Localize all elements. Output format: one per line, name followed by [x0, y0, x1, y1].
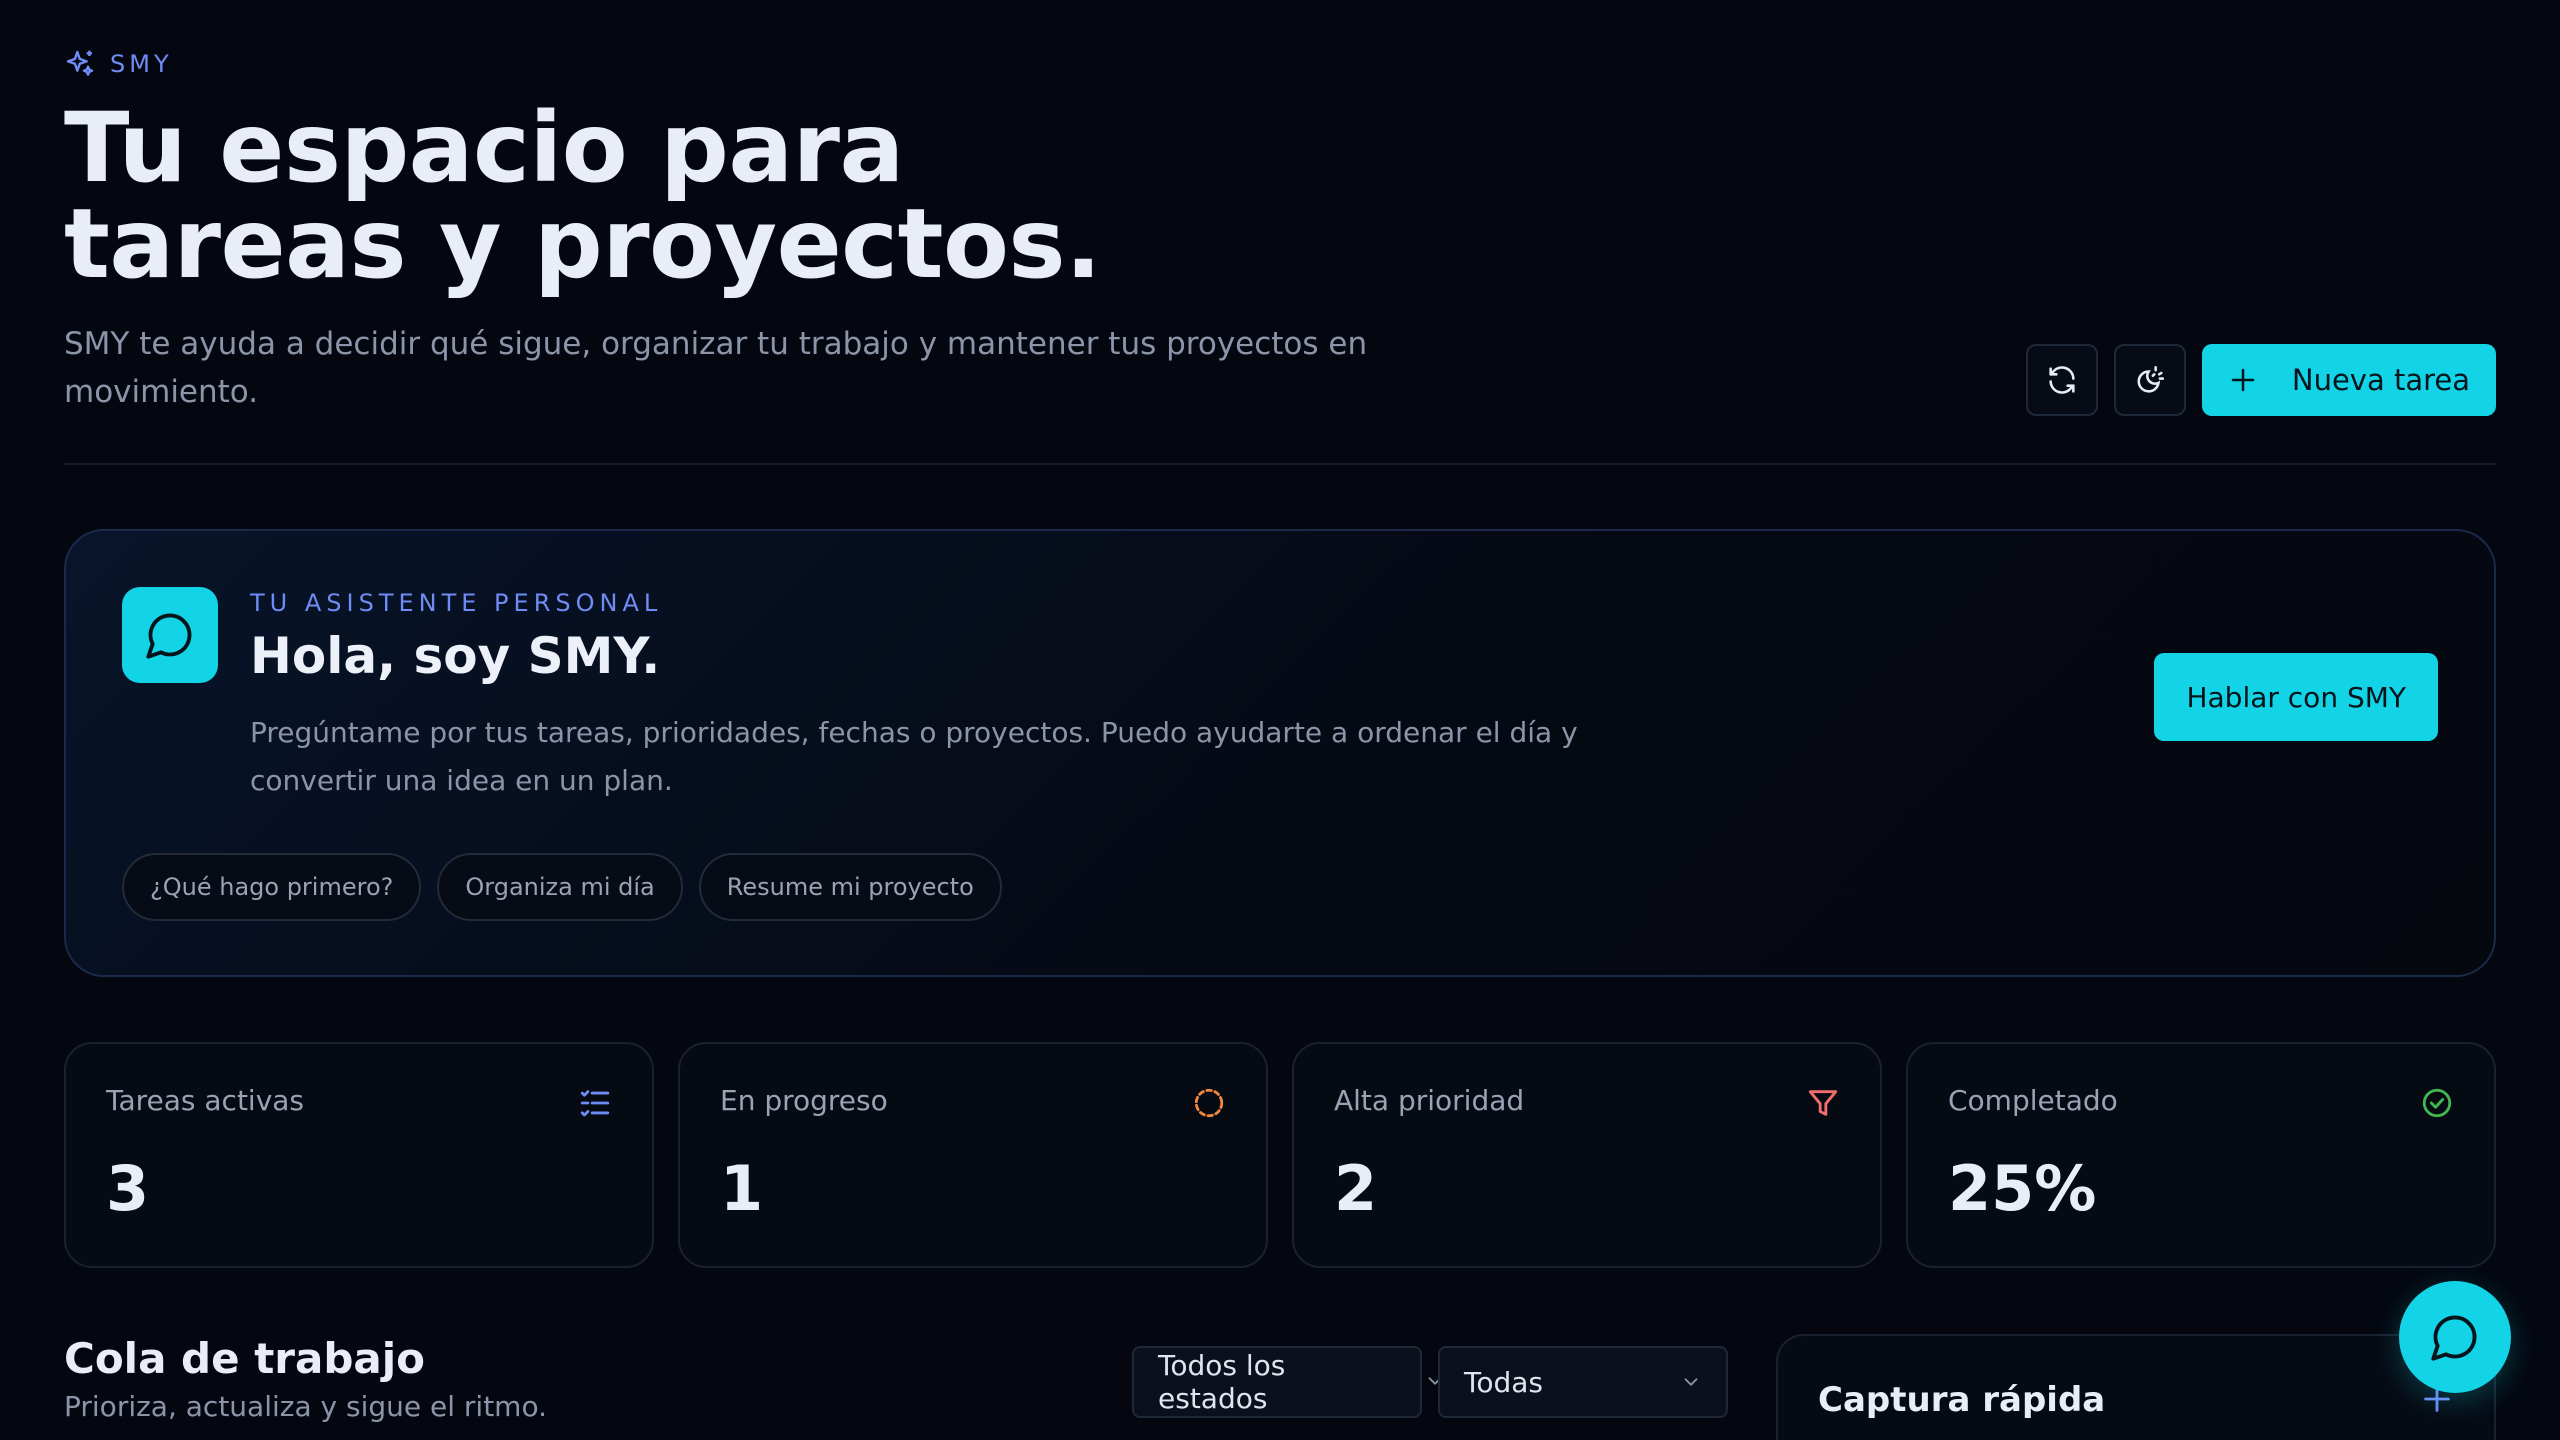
work-queue-title: Cola de trabajo	[64, 1334, 425, 1383]
page-subtitle: SMY te ayuda a decidir qué sigue, organi…	[64, 326, 1368, 410]
priority-filter-value: Todas	[1464, 1365, 1543, 1399]
quick-capture-card: Captura rápida	[1776, 1334, 2496, 1440]
stat-label: En progreso	[720, 1084, 888, 1117]
chevron-down-icon	[1684, 1378, 1698, 1386]
suggestion-chips: ¿Qué hago primero? Organiza mi día Resum…	[122, 853, 1002, 921]
stats-row: Tareas activas 3 En progreso 1 Alta prio…	[64, 1042, 2496, 1268]
status-filter-value: Todos los estados	[1158, 1349, 1286, 1415]
page: SMY Tu espacio para tareas y proyectos. …	[0, 0, 2560, 1440]
assistant-card: TU ASISTENTE PERSONAL Hola, soy SMY. Pre…	[64, 529, 2496, 977]
work-queue-subtitle: Prioriza, actualiza y sigue el ritmo.	[64, 1390, 547, 1423]
theme-toggle-icon	[2137, 365, 2164, 393]
sparkles-icon	[66, 50, 94, 76]
assistant-eyebrow: TU ASISTENTE PERSONAL	[250, 589, 663, 617]
talk-to-smy-button[interactable]: Hablar con SMY	[2154, 653, 2438, 741]
stat-label: Alta prioridad	[1334, 1084, 1525, 1117]
header-actions: Nueva tarea	[2025, 344, 2496, 416]
chat-fab-button[interactable]	[2399, 1281, 2511, 1393]
brand-label: SMY	[110, 50, 173, 78]
stat-value: 2	[1334, 1152, 1378, 1225]
progress-circle-icon	[1194, 1088, 1224, 1118]
stat-value: 1	[720, 1152, 764, 1225]
chat-bubble-icon	[2431, 1315, 2477, 1361]
status-filter-select[interactable]: Todos los estados	[1132, 1346, 1422, 1418]
quick-capture-title: Captura rápida	[1818, 1380, 2106, 1420]
new-task-button[interactable]: Nueva tarea	[2201, 344, 2496, 416]
assistant-title: Hola, soy SMY.	[250, 627, 661, 685]
stat-value: 3	[106, 1152, 150, 1225]
page-title-line-1: Tu espacio para	[64, 92, 904, 204]
assistant-avatar	[122, 587, 218, 683]
checklist-icon	[580, 1090, 610, 1117]
stat-card-active-tasks: Tareas activas 3	[64, 1042, 654, 1268]
filter-icon	[1808, 1090, 1838, 1116]
new-task-label: Nueva tarea	[2291, 363, 2470, 397]
refresh-button[interactable]	[2025, 344, 2098, 416]
page-title: Tu espacio para tareas y proyectos.	[64, 100, 1364, 292]
page-title-line-2: tareas y proyectos.	[64, 188, 1102, 300]
stat-card-in-progress: En progreso 1	[678, 1042, 1268, 1268]
suggestion-chip[interactable]: Organiza mi día	[437, 853, 683, 921]
assistant-description: Pregúntame por tus tareas, prioridades, …	[250, 716, 1578, 797]
refresh-icon	[2049, 366, 2075, 394]
suggestion-chip[interactable]: Resume mi proyecto	[698, 853, 1002, 921]
stat-label: Completado	[1948, 1084, 2118, 1117]
stat-value: 25%	[1948, 1152, 2097, 1225]
suggestion-chip[interactable]: ¿Qué hago primero?	[122, 853, 422, 921]
chat-bubble-icon	[146, 613, 192, 659]
brand: SMY	[64, 48, 173, 80]
priority-filter-select[interactable]: Todas	[1438, 1346, 1728, 1418]
theme-toggle-button[interactable]	[2113, 344, 2186, 416]
plus-icon	[2231, 368, 2255, 392]
check-circle-icon	[2422, 1088, 2452, 1118]
stat-card-completed: Completado 25%	[1906, 1042, 2496, 1268]
stat-label: Tareas activas	[106, 1084, 305, 1117]
header-divider	[64, 463, 2496, 465]
stat-card-high-priority: Alta prioridad 2	[1292, 1042, 1882, 1268]
